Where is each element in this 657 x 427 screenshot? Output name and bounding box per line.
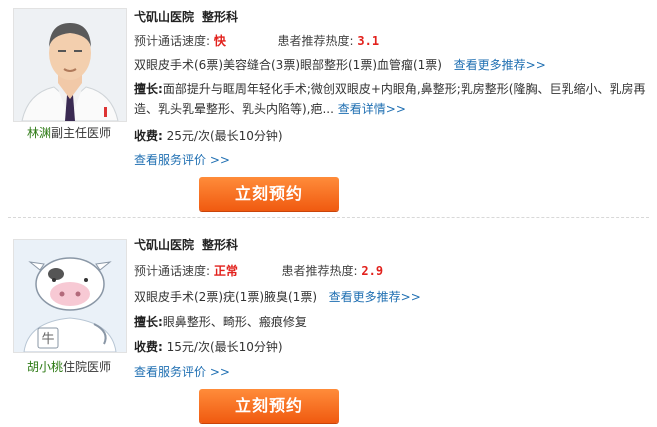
doctor-portrait-image bbox=[14, 9, 126, 121]
speed-value: 正常 bbox=[213, 264, 238, 278]
heat-value: 2.9 bbox=[361, 264, 384, 278]
hospital-name: 弋矶山医院 bbox=[134, 238, 195, 252]
heat-label: 患者推荐热度: bbox=[281, 264, 358, 278]
recommend-tags: 双眼皮手术(6票)美容缝合(3票)眼部整形(1票)血管瘤(1票) bbox=[134, 58, 442, 72]
speed-label: 预计通话速度: bbox=[134, 264, 211, 278]
more-recommend-link[interactable]: 查看更多推荐>> bbox=[454, 58, 546, 72]
speed-value: 快 bbox=[213, 34, 226, 48]
tags-row: 双眼皮手术(6票)美容缝合(3票)眼部整形(1票)血管瘤(1票) 查看更多推荐>… bbox=[134, 57, 546, 73]
doctor-title: 住院医师 bbox=[63, 360, 112, 374]
fee-value: 15元/次(最长10分钟) bbox=[166, 340, 283, 354]
hospital-name: 弋矶山医院 bbox=[134, 10, 195, 24]
hospital-dept: 弋矶山医院 整形科 bbox=[134, 9, 238, 25]
default-avatar-image: 牛 bbox=[14, 240, 126, 352]
doctor-card: 牛 胡小桃住院医师 弋矶山医院 整形科 预计通话速度: 正常 患者推荐热度: 2.… bbox=[0, 226, 657, 427]
doctor-name-text[interactable]: 胡小桃 bbox=[27, 360, 63, 374]
department-name: 整形科 bbox=[202, 238, 239, 252]
doctor-title: 副主任医师 bbox=[51, 126, 112, 140]
more-recommend-link[interactable]: 查看更多推荐>> bbox=[329, 290, 421, 304]
stats-row: 预计通话速度: 正常 患者推荐热度: 2.9 bbox=[134, 263, 383, 279]
review-row: 查看服务评价 >> bbox=[134, 152, 230, 168]
skill-label: 擅长: bbox=[134, 315, 163, 329]
stats-row: 预计通话速度: 快 患者推荐热度: 3.1 bbox=[134, 33, 379, 49]
fee-label: 收费: bbox=[134, 129, 163, 143]
service-review-link[interactable]: 查看服务评价 >> bbox=[134, 365, 230, 379]
heat-label: 患者推荐热度: bbox=[277, 34, 354, 48]
card-divider bbox=[8, 217, 649, 218]
doctor-name-text[interactable]: 林渊 bbox=[27, 126, 51, 140]
badge-glyph: 牛 bbox=[41, 332, 54, 347]
skill-label: 擅长: bbox=[134, 82, 163, 96]
heat-value: 3.1 bbox=[357, 34, 380, 48]
doctor-card: 林渊副主任医师 弋矶山医院 整形科 预计通话速度: 快 患者推荐热度: 3.1 双… bbox=[0, 0, 657, 213]
fee-row: 收费: 25元/次(最长10分钟) bbox=[134, 128, 283, 144]
service-review-link[interactable]: 查看服务评价 >> bbox=[134, 153, 230, 167]
fee-label: 收费: bbox=[134, 340, 163, 354]
fee-value: 25元/次(最长10分钟) bbox=[166, 129, 283, 143]
skill-block: 擅长:面部提升与眶周年轻化手术;微创双眼皮+内眼角,鼻整形;乳房整形(隆胸、巨乳… bbox=[134, 79, 650, 119]
book-button[interactable]: 立刻预约 bbox=[199, 177, 339, 211]
skill-row: 擅长:眼鼻整形、畸形、瘢痕修复 bbox=[134, 314, 307, 330]
fee-row: 收费: 15元/次(最长10分钟) bbox=[134, 339, 283, 355]
recommend-tags: 双眼皮手术(2票)疣(1票)腋臭(1票) bbox=[134, 290, 317, 304]
tags-row: 双眼皮手术(2票)疣(1票)腋臭(1票) 查看更多推荐>> bbox=[134, 289, 421, 305]
doctor-photo[interactable] bbox=[13, 8, 127, 122]
doctor-name[interactable]: 林渊副主任医师 bbox=[10, 124, 128, 141]
skill-text: 眼鼻整形、畸形、瘢痕修复 bbox=[162, 315, 307, 329]
speed-label: 预计通话速度: bbox=[134, 34, 211, 48]
hospital-dept: 弋矶山医院 整形科 bbox=[134, 237, 238, 253]
skill-detail-link[interactable]: 查看详情>> bbox=[338, 102, 406, 116]
book-button[interactable]: 立刻预约 bbox=[199, 389, 339, 423]
doctor-name[interactable]: 胡小桃住院医师 bbox=[10, 358, 128, 375]
department-name: 整形科 bbox=[202, 10, 239, 24]
doctor-photo[interactable]: 牛 bbox=[13, 239, 127, 353]
review-row: 查看服务评价 >> bbox=[134, 364, 230, 380]
